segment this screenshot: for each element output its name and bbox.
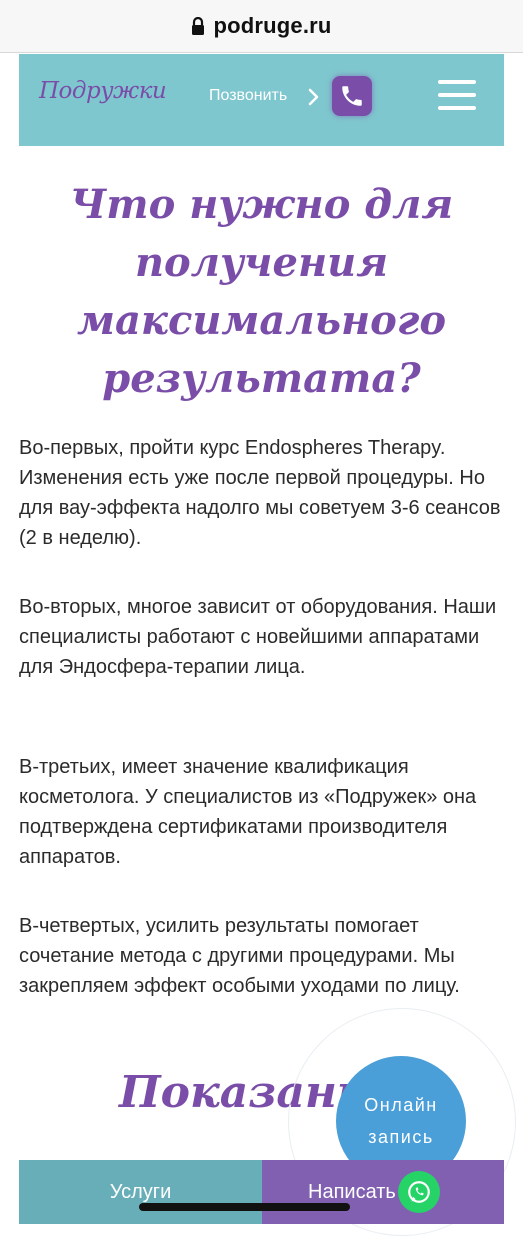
chevron-right-icon — [308, 88, 319, 106]
paragraph-first: Во-первых, пройти курс Endospheres Thera… — [19, 437, 501, 549]
section-title-result: Что нужно для получения максимального ре… — [19, 176, 504, 408]
write-button[interactable]: Написать — [262, 1160, 504, 1224]
paragraph-second: Во-вторых, многое зависит от оборудовани… — [19, 596, 497, 678]
services-button[interactable]: Услуги — [19, 1160, 262, 1224]
paragraph-fourth: В-четвертых, усилить результаты помогает… — [19, 915, 460, 997]
booking-label-line2: запись — [368, 1127, 434, 1147]
title-line: результата? — [102, 355, 421, 402]
title-line: Что нужно для — [69, 181, 454, 228]
site-header: Подружки Позвонить — [19, 54, 504, 146]
whatsapp-glyph-icon — [408, 1181, 430, 1203]
call-label[interactable]: Позвонить — [209, 87, 287, 105]
call-button[interactable] — [332, 76, 372, 116]
title-line: получения — [134, 239, 389, 286]
write-label: Написать — [308, 1180, 396, 1203]
url-text: podruge.ru — [213, 13, 332, 38]
browser-url-bar[interactable]: podruge.ru — [0, 0, 523, 53]
booking-label-line1: Онлайн — [364, 1095, 438, 1115]
title-line: максимального — [76, 297, 447, 344]
site-logo[interactable]: Подружки — [39, 78, 167, 104]
phone-icon — [342, 86, 362, 106]
services-label: Услуги — [109, 1180, 172, 1203]
hamburger-menu-icon[interactable] — [438, 80, 478, 116]
home-indicator — [139, 1203, 350, 1211]
paragraph-third: В-третьих, имеет значение квалификация к… — [19, 756, 477, 868]
lock-icon — [192, 17, 205, 35]
whatsapp-icon[interactable] — [398, 1171, 440, 1213]
